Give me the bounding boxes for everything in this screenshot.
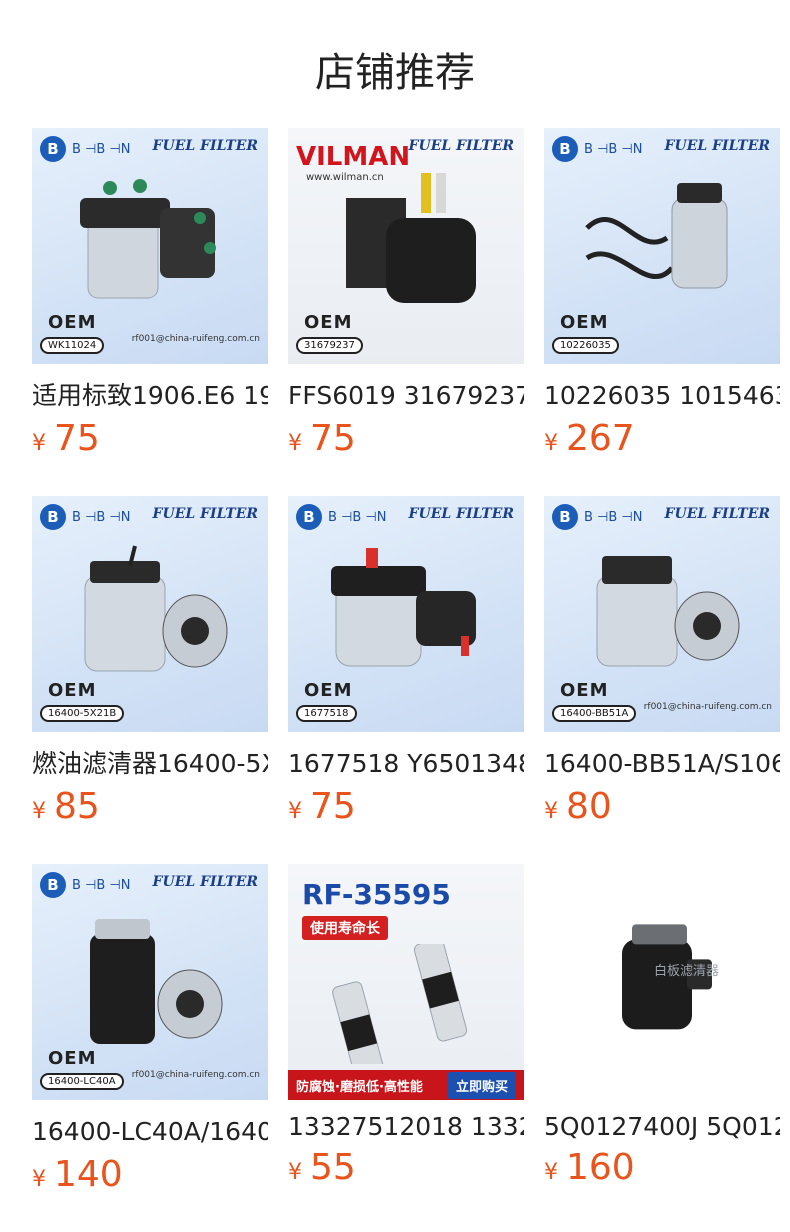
product-card[interactable]: 白板滤清器 5Q0127400J 5Q0127400G ¥160 bbox=[544, 864, 780, 1188]
product-image[interactable]: BB ⊣B ⊣N FUEL FILTER OEM 16400-LC40A rf00… bbox=[32, 864, 268, 1100]
model-title: RF-35595 bbox=[302, 878, 451, 911]
baiban-logo-icon: B bbox=[40, 504, 66, 530]
baiban-logo-icon: B bbox=[552, 136, 578, 162]
promo-bar: 防腐蚀·磨损低·高性能 立即购买 bbox=[288, 1070, 524, 1100]
brand-logo: BB ⊣B ⊣N bbox=[552, 504, 642, 530]
product-card[interactable]: BB ⊣B ⊣N FUEL FILTER OEM 10226035 1022603… bbox=[544, 128, 780, 459]
oem-badge: OEM 16400-5X21B bbox=[40, 680, 125, 722]
product-price: ¥80 bbox=[544, 786, 612, 827]
fuel-filter-product-icon bbox=[585, 183, 728, 289]
fuel-filter-product-icon bbox=[622, 924, 712, 1030]
baiban-logo-icon: B bbox=[40, 872, 66, 898]
product-image[interactable]: RF-35595 使用寿命长 防腐蚀·磨损低·高性能 立即购买 bbox=[288, 864, 524, 1100]
brand-logo: BB ⊣B ⊣N bbox=[40, 872, 130, 898]
oem-badge: OEM 1677518 bbox=[296, 680, 357, 722]
product-card[interactable]: BB ⊣B ⊣N FUEL FILTER OEM 16400-5X21B 燃油滤清… bbox=[32, 496, 268, 827]
oem-badge: OEM 10226035 bbox=[552, 312, 619, 354]
product-image[interactable]: BB ⊣B ⊣N FUEL FILTER OEM 1677518 bbox=[288, 496, 524, 732]
product-card[interactable]: BB ⊣B ⊣N FUEL FILTER OEM WK11024 rf001@ch… bbox=[32, 128, 268, 459]
fuel-filter-product-icon bbox=[90, 919, 223, 1044]
product-price: ¥140 bbox=[32, 1154, 123, 1195]
oem-badge: OEM 16400-LC40A bbox=[40, 1048, 124, 1090]
fuel-filter-product-icon bbox=[596, 556, 740, 667]
contact-email: rf001@china-ruifeng.com.cn bbox=[131, 1070, 260, 1080]
fuel-filter-product-icon bbox=[84, 545, 228, 672]
product-image[interactable]: BB ⊣B ⊣N FUEL FILTER OEM WK11024 rf001@ch… bbox=[32, 128, 268, 364]
baiban-logo-icon: B bbox=[552, 504, 578, 530]
product-image[interactable]: BB ⊣B ⊣N FUEL FILTER OEM 16400-5X21B bbox=[32, 496, 268, 732]
product-card[interactable]: RF-35595 使用寿命长 防腐蚀·磨损低·高性能 立即购买 133275120… bbox=[288, 864, 524, 1188]
brand-logo: BB ⊣B ⊣N bbox=[296, 504, 386, 530]
fuel-filter-tag: FUEL FILTER bbox=[664, 506, 770, 522]
product-price: ¥75 bbox=[32, 418, 100, 459]
product-price: ¥75 bbox=[288, 786, 356, 827]
fuel-filter-tag: FUEL FILTER bbox=[664, 138, 770, 154]
product-name[interactable]: 13327512018 13327512019 bbox=[288, 1112, 524, 1141]
fuel-filter-product-icon bbox=[80, 179, 216, 299]
page: 店铺推荐 BB ⊣B ⊣N FUEL FILTER OEM WK11024 rf0… bbox=[0, 0, 790, 1232]
oem-badge: OEM WK11024 bbox=[40, 312, 105, 354]
oem-badge: OEM 16400-BB51A bbox=[552, 680, 637, 722]
product-price: ¥85 bbox=[32, 786, 100, 827]
contact-email: rf001@china-ruifeng.com.cn bbox=[131, 334, 260, 344]
product-name[interactable]: 16400-LC40A/16400燃油滤清器 bbox=[32, 1112, 268, 1148]
product-image[interactable]: VILMAN www.wilman.cn FUEL FILTER OEM 3167… bbox=[288, 128, 524, 364]
product-name[interactable]: FFS6019 31679237燃油滤清器 bbox=[288, 376, 524, 412]
oem-badge: OEM 31679237 bbox=[296, 312, 363, 354]
fuel-filter-product-icon bbox=[346, 173, 476, 303]
buy-now-button[interactable]: 立即购买 bbox=[447, 1071, 516, 1099]
fuel-filter-product-icon bbox=[331, 548, 476, 667]
fuel-filter-tag: FUEL FILTER bbox=[408, 506, 514, 522]
product-name[interactable]: 1677518 Y6501348 燃油滤清器 bbox=[288, 744, 524, 780]
page-title: 店铺推荐 bbox=[315, 50, 475, 96]
product-price: ¥55 bbox=[288, 1147, 356, 1188]
baiban-logo-icon: B bbox=[296, 504, 322, 530]
product-price: ¥160 bbox=[544, 1147, 635, 1188]
product-image[interactable]: BB ⊣B ⊣N FUEL FILTER OEM 10226035 bbox=[544, 128, 780, 364]
brand-logo: BB ⊣B ⊣N bbox=[40, 504, 130, 530]
fuel-filter-tag: FUEL FILTER bbox=[152, 506, 258, 522]
product-card[interactable]: BB ⊣B ⊣N FUEL FILTER OEM 1677518 1677518 … bbox=[288, 496, 524, 827]
product-image[interactable]: 白板滤清器 bbox=[544, 864, 780, 1100]
product-name[interactable]: 10226035 10154638燃油滤清器 bbox=[544, 376, 780, 412]
product-name[interactable]: 16400-BB51A/S10601燃油滤清器 bbox=[544, 744, 780, 780]
product-name[interactable]: 燃油滤清器16400-5X21B bbox=[32, 744, 268, 780]
product-price: ¥75 bbox=[288, 418, 356, 459]
product-card[interactable]: BB ⊣B ⊣N FUEL FILTER OEM 16400-BB51A rf00… bbox=[544, 496, 780, 827]
product-price: ¥267 bbox=[544, 418, 635, 459]
brand-logo: BB ⊣B ⊣N bbox=[40, 136, 130, 162]
feature-badge: 使用寿命长 bbox=[302, 916, 388, 940]
product-image[interactable]: BB ⊣B ⊣N FUEL FILTER OEM 16400-BB51A rf00… bbox=[544, 496, 780, 732]
watermark: 白板滤清器 bbox=[654, 964, 720, 979]
fuel-filter-product-icon bbox=[332, 944, 468, 1064]
contact-email: rf001@china-ruifeng.com.cn bbox=[643, 702, 772, 712]
product-name[interactable]: 适用标致1906.E6 1906.E9燃油滤清器总成 bbox=[32, 376, 268, 412]
fuel-filter-tag: FUEL FILTER bbox=[408, 138, 514, 154]
fuel-filter-tag: FUEL FILTER bbox=[152, 874, 258, 890]
fuel-filter-tag: FUEL FILTER bbox=[152, 138, 258, 154]
product-card[interactable]: BB ⊣B ⊣N FUEL FILTER OEM 16400-LC40A rf00… bbox=[32, 864, 268, 1195]
product-card[interactable]: VILMAN www.wilman.cn FUEL FILTER OEM 3167… bbox=[288, 128, 524, 459]
product-name[interactable]: 5Q0127400J 5Q0127400G bbox=[544, 1112, 780, 1141]
brand-logo: BB ⊣B ⊣N bbox=[552, 136, 642, 162]
baiban-logo-icon: B bbox=[40, 136, 66, 162]
